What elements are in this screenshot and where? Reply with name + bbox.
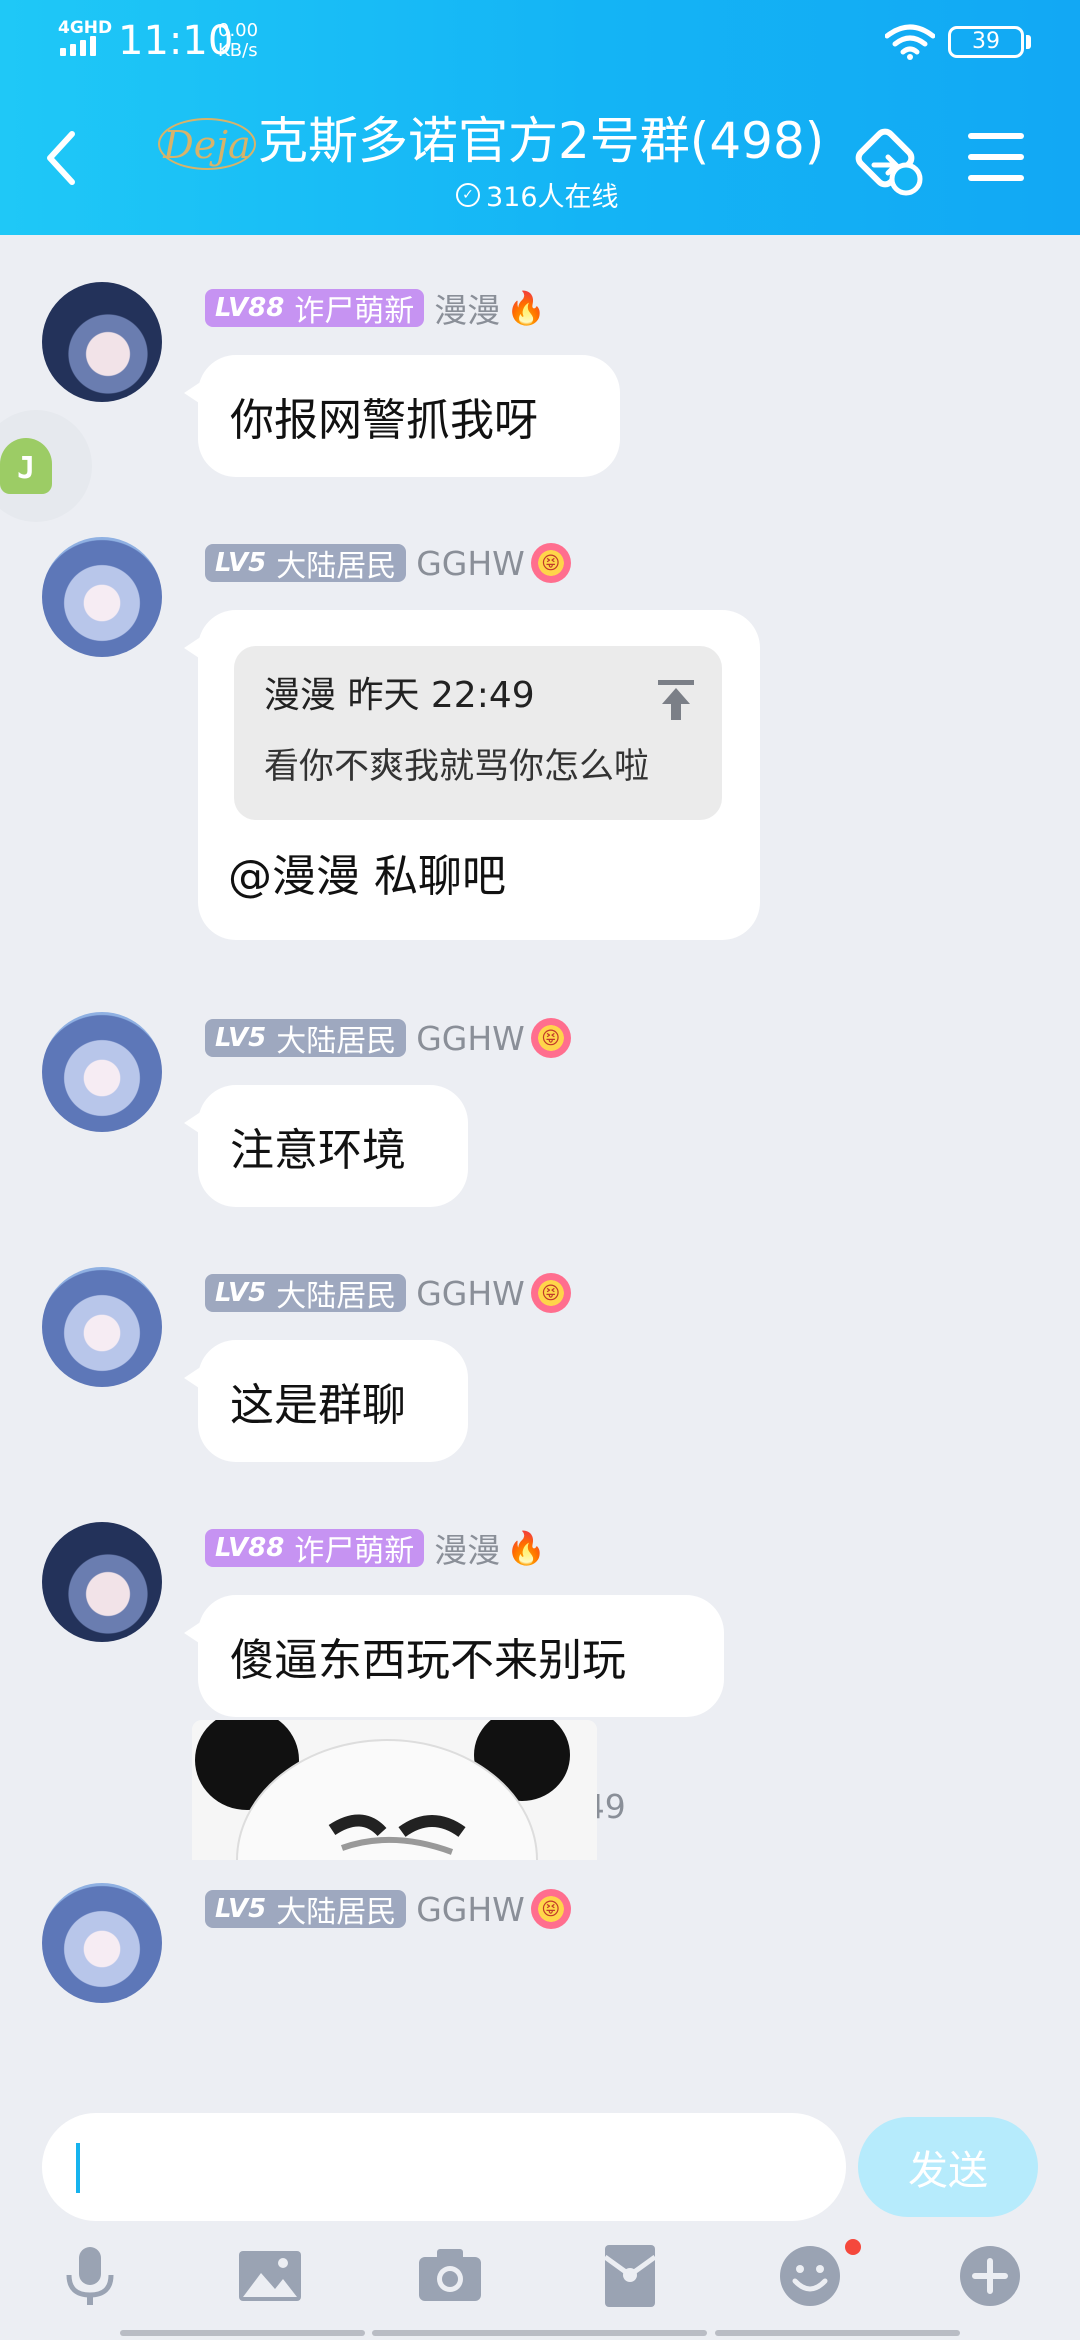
message-bubble[interactable]: 傻逼东西玩不来别玩 [184, 1595, 724, 1717]
fire-icon: 🔥 [506, 1529, 547, 1567]
fire-icon: 🔥 [506, 289, 547, 327]
jump-up-icon[interactable] [654, 678, 698, 722]
message-bubble[interactable]: 注意环境 [184, 1085, 468, 1207]
android-icon: J [0, 438, 52, 494]
send-button[interactable]: 发送 [858, 2117, 1038, 2217]
level-badge: LV5 大陆居民 [205, 544, 407, 584]
notification-dot [845, 2239, 861, 2255]
input-area: 发送 [0, 2085, 1080, 2340]
battery-tip [1026, 35, 1031, 49]
sender-name[interactable]: GGHW [416, 544, 525, 583]
quote-header: 漫漫 昨天 22:49 [264, 675, 535, 716]
plus-icon[interactable] [955, 2241, 1025, 2311]
sender-name[interactable]: 漫漫 [434, 1524, 500, 1572]
online-count-text: 316人在线 [486, 182, 619, 213]
level-badge: LV88 诈尸萌新 [205, 289, 425, 329]
message-bubble[interactable]: 这是群聊 [184, 1340, 468, 1462]
red-packet-icon[interactable] [595, 2241, 665, 2311]
microphone-icon[interactable] [55, 2241, 125, 2311]
avatar[interactable] [42, 537, 162, 657]
message-header: LV5 大陆居民 GGHW 😝 [205, 542, 571, 584]
message-text: @漫漫 私聊吧 [228, 851, 506, 902]
battery-indicator: 39 [948, 26, 1024, 58]
group-logo: Deja [158, 118, 256, 170]
level-badge: LV5 大陆居民 [205, 1890, 407, 1930]
level-badge: LV5 大陆居民 [205, 1019, 407, 1059]
wifi-icon [885, 24, 935, 60]
panda-sticker-image[interactable] [192, 1720, 597, 1860]
chevron-down-icon: ✓ [456, 182, 480, 207]
sender-name[interactable]: GGHW [416, 1890, 525, 1929]
network-speed-unit: KB/s [218, 40, 258, 61]
avatar[interactable] [42, 1012, 162, 1132]
avatar[interactable] [42, 282, 162, 402]
reply-message-bubble[interactable]: 漫漫 昨天 22:49 看你不爽我就骂你怎么啦 @漫漫 私聊吧 [184, 610, 760, 940]
group-title[interactable]: 克斯多诺官方2号群(498) [258, 110, 824, 172]
network-type: 4GHD [58, 18, 113, 38]
message-header: LV5 大陆居民 GGHW 😝 [205, 1017, 571, 1059]
quoted-message[interactable]: 漫漫 昨天 22:49 看你不爽我就骂你怎么啦 [234, 646, 722, 820]
back-button[interactable] [42, 128, 82, 188]
online-count[interactable]: ✓ 316人在线 [456, 175, 619, 214]
avatar[interactable] [42, 1522, 162, 1642]
quote-text: 看你不爽我就骂你怎么啦 [264, 747, 650, 787]
level-badge: LV5 大陆居民 [205, 1274, 407, 1314]
flower-emoji-icon: 😝 [530, 543, 571, 583]
group-switch-button[interactable] [852, 125, 926, 199]
status-bar: 4GHD 11:10 0.00 KB/s 39 [0, 0, 1080, 90]
clock: 11:10 [118, 18, 234, 64]
flower-emoji-icon: 😝 [530, 1018, 571, 1058]
home-indicator [715, 2330, 960, 2336]
image-icon[interactable] [235, 2241, 305, 2311]
message-header: LV88 诈尸萌新 漫漫 🔥 [205, 284, 547, 332]
message-header: LV88 诈尸萌新 漫漫 🔥 [205, 1524, 547, 1572]
flower-emoji-icon: 😝 [530, 1889, 571, 1929]
avatar[interactable] [42, 1267, 162, 1387]
message-bubble[interactable]: 你报网警抓我呀 [184, 355, 620, 477]
chat-header: 4GHD 11:10 0.00 KB/s 39 Deja 克斯多诺官方2号群(4… [0, 0, 1080, 235]
message-header: LV5 大陆居民 GGHW 😝 [205, 1272, 571, 1314]
avatar[interactable] [42, 1883, 162, 2003]
text-caret [76, 2143, 80, 2193]
camera-icon[interactable] [415, 2241, 485, 2311]
sender-name[interactable]: 漫漫 [434, 284, 500, 332]
signal-icon [60, 36, 96, 56]
network-speed-value: 0.00 [218, 20, 259, 41]
level-badge: LV88 诈尸萌新 [205, 1529, 425, 1569]
flower-emoji-icon: 😝 [530, 1273, 571, 1313]
sender-name[interactable]: GGHW [416, 1274, 525, 1313]
message-header: LV5 大陆居民 GGHW 😝 [205, 1888, 571, 1930]
home-indicator [372, 2330, 707, 2336]
home-indicator [120, 2330, 365, 2336]
input-toolbar [0, 2241, 1080, 2327]
emoji-icon[interactable] [775, 2241, 845, 2311]
message-input[interactable] [42, 2113, 846, 2221]
sender-name[interactable]: GGHW [416, 1019, 525, 1058]
menu-button[interactable] [968, 133, 1024, 183]
floating-android-ball[interactable]: J [0, 410, 92, 522]
